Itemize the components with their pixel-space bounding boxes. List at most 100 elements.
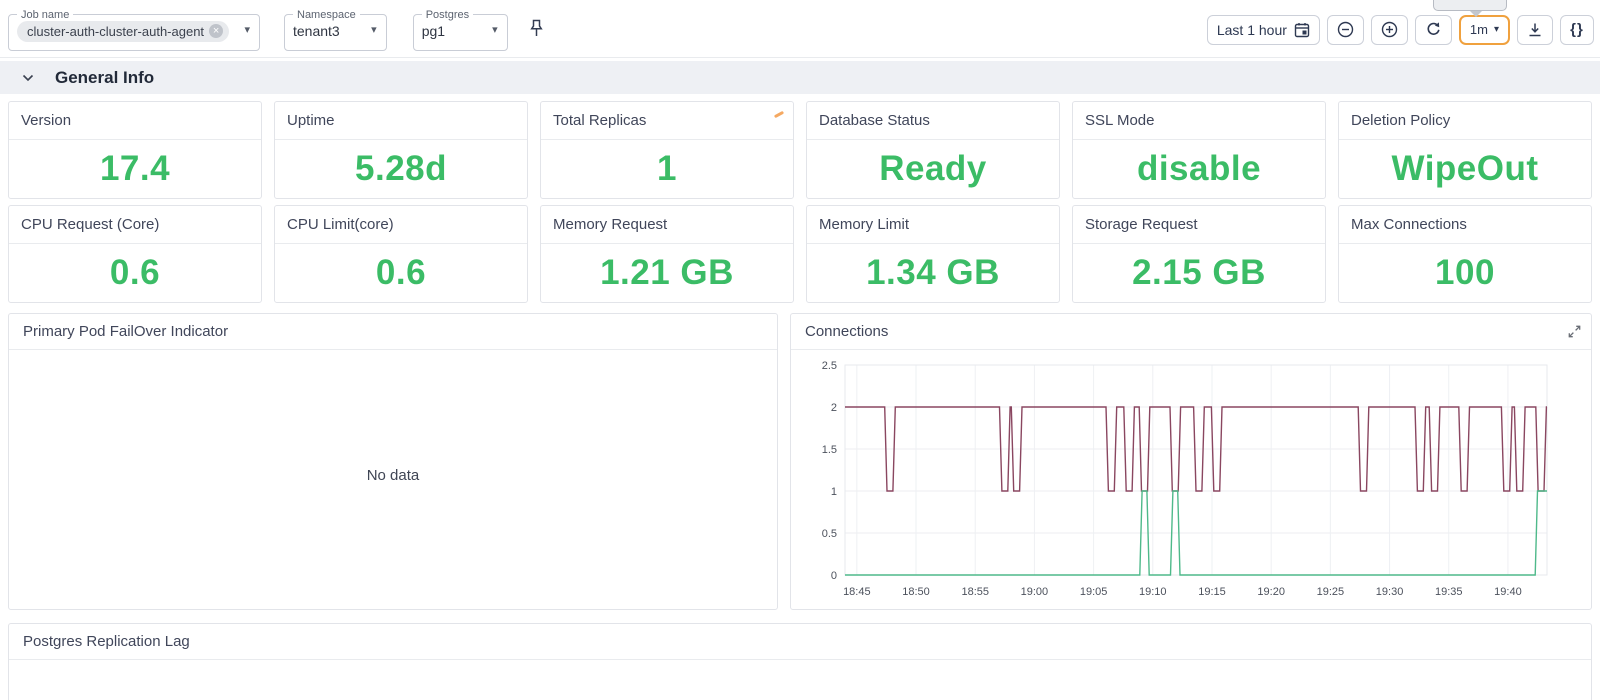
pushpin-icon [528, 26, 545, 41]
chevron-down-icon[interactable]: ▾ [492, 23, 498, 36]
stat-label: Deletion Policy [1339, 102, 1591, 140]
stat-label: Uptime [275, 102, 527, 140]
stat-card-memory-request: Memory Request 1.21 GB [540, 205, 794, 303]
refresh-interval-value: 1m [1470, 22, 1488, 37]
stat-card-database-status: Database Status Ready [806, 101, 1060, 199]
refresh-button[interactable] [1415, 15, 1452, 45]
stat-card-version: Version 17.4 [8, 101, 262, 199]
top-toolbar: Job name cluster-auth-cluster-auth-agent… [0, 0, 1600, 58]
stat-label: Memory Request [541, 206, 793, 244]
panel-title: Connections [791, 314, 1591, 350]
stat-label: Max Connections [1339, 206, 1591, 244]
svg-text:19:25: 19:25 [1317, 586, 1345, 598]
namespace-select[interactable]: Namespace tenant3 ▾ [284, 11, 387, 51]
svg-text:1.5: 1.5 [822, 444, 837, 456]
stat-value: 17.4 [9, 140, 261, 198]
job-name-label: Job name [17, 11, 73, 19]
stats-grid: Version 17.4 Uptime 5.28d Total Replicas… [8, 101, 1592, 303]
stat-value: 0.6 [275, 244, 527, 302]
stat-label: CPU Request (Core) [9, 206, 261, 244]
panel-title: Primary Pod FailOver Indicator [9, 314, 777, 350]
tooltip-remnant [1433, 0, 1507, 11]
postgres-value: pg1 [422, 23, 445, 39]
plus-circle-icon [1381, 21, 1398, 38]
panel-replication-lag: Postgres Replication Lag [8, 623, 1592, 700]
svg-text:19:35: 19:35 [1435, 586, 1463, 598]
braces-label: {} [1570, 21, 1584, 38]
svg-text:0.5: 0.5 [822, 528, 837, 540]
stat-card-storage-request: Storage Request 2.15 GB [1072, 205, 1326, 303]
svg-text:0: 0 [831, 570, 837, 582]
minus-circle-icon [1337, 21, 1354, 38]
svg-text:18:50: 18:50 [902, 586, 930, 598]
postgres-label: Postgres [422, 11, 473, 19]
stat-value: WipeOut [1339, 140, 1591, 198]
section-general-info[interactable]: General Info [0, 61, 1600, 94]
download-icon [1527, 22, 1543, 38]
svg-text:1: 1 [831, 486, 837, 498]
stat-value: 100 [1339, 244, 1591, 302]
stat-value: Ready [807, 140, 1059, 198]
stat-card-total-replicas: Total Replicas 1 [540, 101, 794, 199]
stat-label: SSL Mode [1073, 102, 1325, 140]
stat-label: Storage Request [1073, 206, 1325, 244]
panels-row: Primary Pod FailOver Indicator No data C… [8, 313, 1592, 610]
panel-title: Postgres Replication Lag [9, 624, 1591, 660]
svg-text:2.5: 2.5 [822, 360, 837, 372]
calendar-icon [1294, 22, 1310, 38]
stat-value: 1 [541, 140, 793, 198]
stat-card-uptime: Uptime 5.28d [274, 101, 528, 199]
zoom-in-button[interactable] [1371, 15, 1408, 45]
job-name-chip-label: cluster-auth-cluster-auth-agent [27, 24, 204, 39]
stat-value: 0.6 [9, 244, 261, 302]
expand-icon [1568, 326, 1581, 341]
section-title: General Info [55, 68, 154, 88]
time-range-label: Last 1 hour [1217, 22, 1287, 38]
svg-text:2: 2 [831, 402, 837, 414]
stat-label: CPU Limit(core) [275, 206, 527, 244]
chevron-down-icon[interactable]: ▾ [244, 23, 250, 36]
chevron-down-icon: ▾ [1494, 24, 1499, 35]
svg-text:18:55: 18:55 [961, 586, 989, 598]
chevron-down-icon[interactable] [22, 69, 34, 87]
chevron-down-icon[interactable]: ▾ [371, 23, 377, 36]
svg-text:19:05: 19:05 [1080, 586, 1108, 598]
connections-chart[interactable]: 0 0.5 1 1.5 2 2.5 18:45 18:50 18:55 19:00 19:05 19:… [791, 350, 1591, 608]
panel-connections: Connections 0 0.5 1 1.5 2 2.5 18:45 18:50 18:55 1… [790, 313, 1592, 610]
svg-text:19:30: 19:30 [1376, 586, 1404, 598]
stat-label: Memory Limit [807, 206, 1059, 244]
stat-label: Total Replicas [553, 112, 646, 129]
svg-text:19:10: 19:10 [1139, 586, 1167, 598]
panel-warning-icon[interactable] [774, 111, 784, 118]
stat-value: 5.28d [275, 140, 527, 198]
stat-card-cpu-request: CPU Request (Core) 0.6 [8, 205, 262, 303]
stat-value: 2.15 GB [1073, 244, 1325, 302]
stat-label: Version [9, 102, 261, 140]
download-button[interactable] [1517, 15, 1553, 45]
chip-remove-icon[interactable]: × [209, 24, 223, 38]
stat-card-cpu-limit: CPU Limit(core) 0.6 [274, 205, 528, 303]
svg-text:19:15: 19:15 [1198, 586, 1226, 598]
stat-value: 1.21 GB [541, 244, 793, 302]
json-model-button[interactable]: {} [1560, 15, 1594, 45]
svg-text:19:00: 19:00 [1021, 586, 1049, 598]
refresh-icon [1425, 21, 1442, 38]
stat-card-deletion-policy: Deletion Policy WipeOut [1338, 101, 1592, 199]
zoom-out-button[interactable] [1327, 15, 1364, 45]
stat-label: Database Status [807, 102, 1059, 140]
stat-card-memory-limit: Memory Limit 1.34 GB [806, 205, 1060, 303]
stat-value: disable [1073, 140, 1325, 198]
stat-value: 1.34 GB [807, 244, 1059, 302]
job-name-chip[interactable]: cluster-auth-cluster-auth-agent × [17, 21, 229, 42]
svg-text:19:40: 19:40 [1494, 586, 1522, 598]
panel-failover-indicator: Primary Pod FailOver Indicator No data [8, 313, 778, 610]
stat-card-max-connections: Max Connections 100 [1338, 205, 1592, 303]
stat-card-ssl-mode: SSL Mode disable [1072, 101, 1326, 199]
job-name-select[interactable]: Job name cluster-auth-cluster-auth-agent… [8, 11, 260, 51]
postgres-select[interactable]: Postgres pg1 ▾ [413, 11, 508, 51]
expand-panel-button[interactable] [1568, 325, 1581, 341]
svg-text:18:45: 18:45 [843, 586, 871, 598]
time-range-picker[interactable]: Last 1 hour [1207, 15, 1320, 45]
refresh-interval-select[interactable]: 1m ▾ [1459, 15, 1510, 45]
pin-button[interactable] [528, 19, 545, 41]
